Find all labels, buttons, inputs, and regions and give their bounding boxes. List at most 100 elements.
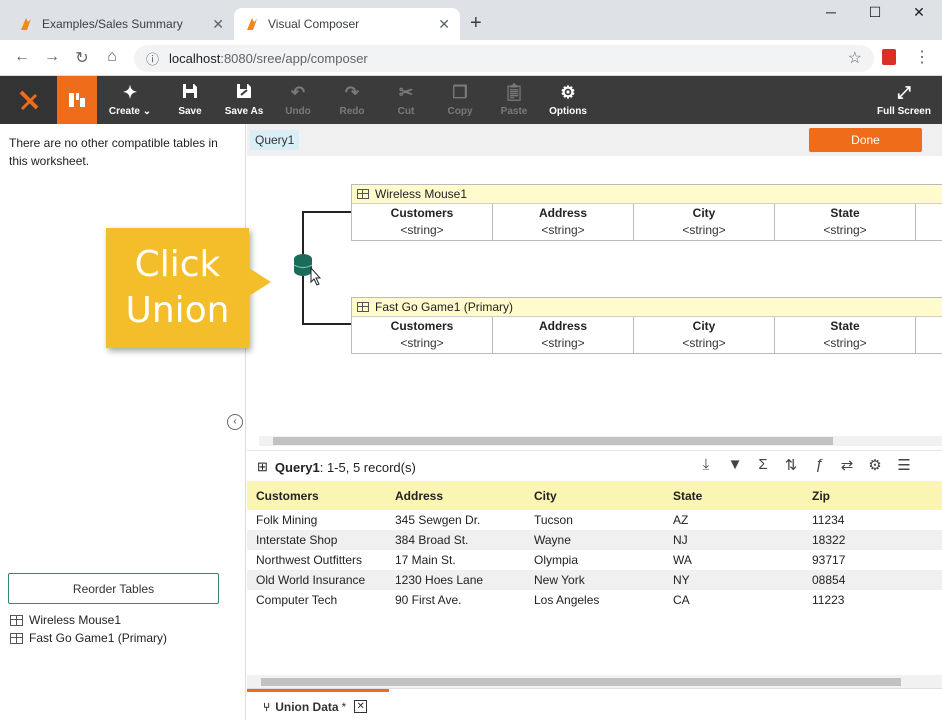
forward-arrow-icon[interactable]: → [40,48,64,66]
column-header[interactable]: Address [386,489,525,503]
column-cell[interactable]: Customers <string> [352,317,493,353]
table-icon [357,189,369,199]
results-query-name: Query1 [274,459,320,475]
browser-tab-sales-summary[interactable]: Examples/Sales Summary ✕ [8,8,234,40]
scrollbar-thumb[interactable] [273,437,833,445]
extension-icon[interactable] [882,49,896,65]
back-arrow-icon[interactable]: ← [10,48,34,66]
done-button[interactable]: Done [809,128,922,152]
redo-button[interactable]: ↷ Redo [324,76,380,124]
new-tab-icon[interactable]: + [470,12,482,35]
table-cell: CA [673,593,690,607]
browser-menu-icon[interactable]: ⋮ [914,47,930,67]
undo-button[interactable]: ↶ Undo [270,76,326,124]
close-tab-icon[interactable]: ✕ [212,16,224,33]
union-node-icon[interactable] [293,252,321,286]
table-row[interactable]: Interstate Shop 384 Broad St. Wayne NJ 18322 [247,530,942,550]
table-cell: Interstate Shop [256,533,338,547]
column-header[interactable]: Zip [803,489,942,503]
expand-icon: ⤢ [897,83,911,102]
save-as-label: Save As [224,106,264,117]
column-cell[interactable]: City <string> [634,317,775,353]
reorder-tables-button[interactable]: Reorder Tables [8,573,219,604]
window-close-icon[interactable]: ✕ [896,4,942,21]
bookmark-star-icon[interactable]: ☆ [848,48,862,68]
column-header[interactable]: Customers [247,489,386,503]
results-horizontal-scrollbar[interactable] [247,675,942,689]
canvas-horizontal-scrollbar[interactable] [259,436,942,446]
redo-label: Redo [339,106,365,117]
column-cell[interactable]: Address <string> [493,204,634,240]
cut-button[interactable]: ✂ Cut [378,76,434,124]
minimize-icon[interactable]: ─ [808,4,854,20]
formula-icon[interactable]: ƒ [809,456,829,473]
browser-tab-visual-composer[interactable]: Visual Composer ✕ [234,8,460,40]
union-data-label: Union Data [275,699,339,714]
create-label: Create [108,106,140,117]
copy-label: Copy [447,106,473,117]
options-button[interactable]: ⚙ Options [540,76,596,124]
swap-icon[interactable]: ⇄ [837,456,857,474]
callout-line-2: Union [125,290,230,331]
reload-icon[interactable]: ↻ [70,48,94,68]
table-cell: 11223 [812,593,845,607]
worksheet-icon[interactable] [57,76,97,124]
app-logo[interactable] [0,76,57,124]
table-cell: Old World Insurance [256,573,366,587]
collapse-panel-icon[interactable]: ‹ [227,414,243,430]
maximize-icon[interactable]: ☐ [852,4,898,21]
browser-tab-title: Examples/Sales Summary [42,17,183,31]
redo-icon: ↷ [344,83,360,102]
full-screen-button[interactable]: ⤢ Full Screen [874,76,934,124]
close-tab-icon[interactable]: ✕ [438,16,450,33]
column-type: <string> [682,336,726,350]
save-button[interactable]: Save [162,76,218,124]
column-cell[interactable]: City <string> [634,204,775,240]
column-header[interactable]: City [525,489,664,503]
table-row[interactable]: Folk Mining 345 Sewgen Dr. Tucson AZ 11234 [247,510,942,530]
table-cell: NJ [673,533,688,547]
filter-icon[interactable]: ▼ [725,456,745,473]
query-results-panel: ⊞ Query1: 1-5, 5 record(s) ⤓ ▼ Σ ⇅ ƒ ⇄ ⚙… [247,450,942,689]
table-node-title: Fast Go Game1 (Primary) [375,300,514,314]
column-header[interactable]: State [664,489,803,503]
table-cell: 384 Broad St. [395,533,469,547]
column-cell[interactable]: Customers <string> [352,204,493,240]
left-panel: There are no other compatible tables in … [0,124,246,720]
paste-button[interactable]: 📋︎ Paste [486,76,542,124]
column-type: <string> [823,223,867,237]
table-cell: 11234 [812,513,845,527]
download-icon[interactable]: ⤓ [696,456,716,473]
column-cell[interactable]: State <string> [775,204,916,240]
tutorial-callout: Click Union [106,228,249,348]
column-cell[interactable]: State <string> [775,317,916,353]
column-cell[interactable]: Address <string> [493,317,634,353]
copy-button[interactable]: ❐ Copy [432,76,488,124]
table-row[interactable]: Old World Insurance 1230 Hoes Lane New Yor… [247,570,942,590]
table-node-wireless-mouse1[interactable]: Wireless Mouse1 Customers <string> Addres… [351,184,942,241]
scrollbar-thumb[interactable] [261,678,901,686]
column-type: <string> [682,223,726,237]
results-header: ⊞ Query1: 1-5, 5 record(s) [257,459,416,475]
table-list-item[interactable]: Fast Go Game1 (Primary) [10,631,167,645]
union-data-tab[interactable]: ⑂ Union Data * ✕ [247,689,389,721]
table-cell: NY [673,573,690,587]
create-button[interactable]: ✦ Create ⌄ [101,76,159,124]
query-tab[interactable]: Query1 [250,130,300,150]
settings-icon[interactable]: ⚙ [865,456,885,474]
inetsoft-favicon-icon [21,18,31,30]
table-node-fast-go-game1[interactable]: Fast Go Game1 (Primary) Customers <string… [351,297,942,354]
save-label: Save [178,106,202,117]
scissors-icon: ✂ [398,83,414,102]
columns-icon[interactable]: ☰ [894,456,914,474]
table-list-item[interactable]: Wireless Mouse1 [10,613,121,627]
url-field[interactable]: ⓘ localhost:8080/sree/app/composer [134,45,874,72]
info-icon[interactable]: ⓘ [146,49,159,68]
sum-icon[interactable]: Σ [753,456,773,473]
sort-icon[interactable]: ⇅ [781,456,801,474]
home-icon[interactable]: ⌂ [100,48,124,66]
table-row[interactable]: Northwest Outfitters 17 Main St. Olympia WA… [247,550,942,570]
close-tab-icon[interactable]: ✕ [354,700,368,713]
table-row[interactable]: Computer Tech 90 First Ave. Los Angeles CA 1… [247,590,942,610]
save-as-button[interactable]: Save As [216,76,272,124]
